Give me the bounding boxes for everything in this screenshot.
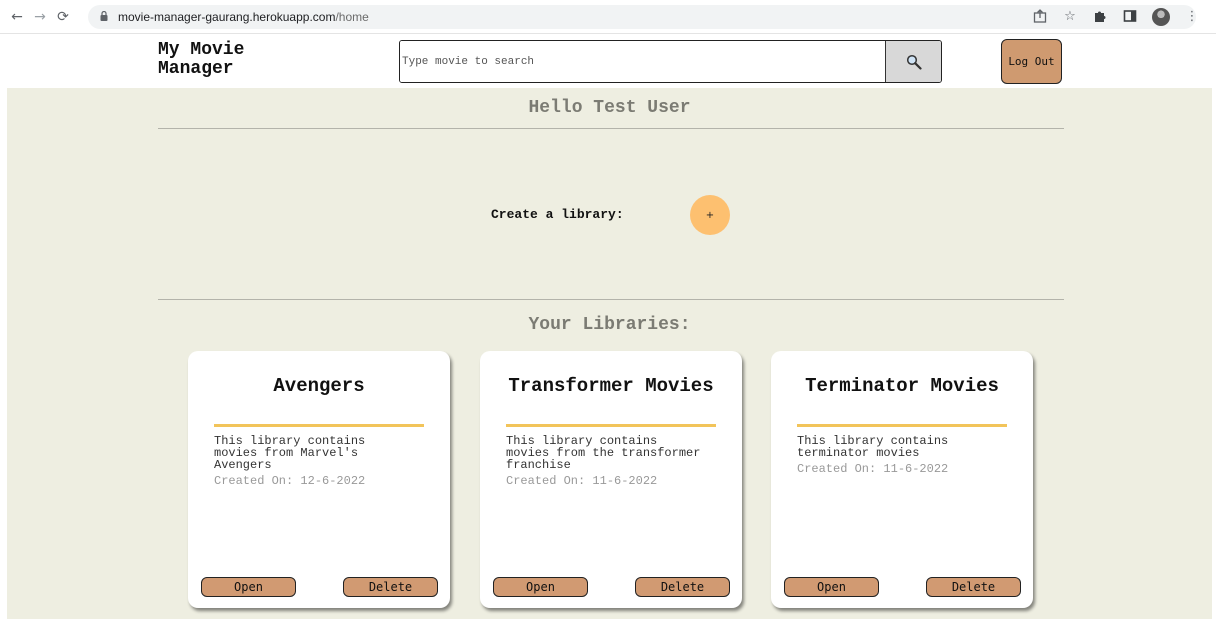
divider	[158, 299, 1064, 300]
divider	[158, 128, 1064, 129]
library-card: Avengers This library contains movies fr…	[188, 351, 450, 608]
address-bar[interactable]: movie-manager-gaurang.herokuapp.com/home	[88, 5, 1196, 29]
create-library-label: Create a library:	[491, 207, 624, 222]
library-card: Terminator Movies This library contains …	[771, 351, 1033, 608]
search-bar	[399, 40, 942, 83]
library-title: Avengers	[273, 375, 365, 397]
library-description: This library contains movies from Marvel…	[214, 435, 414, 487]
search-button[interactable]	[885, 41, 941, 82]
bookmark-star-icon[interactable]: ☆	[1062, 9, 1078, 25]
browser-toolbar: ← → ⟳ movie-manager-gaurang.herokuapp.co…	[0, 0, 1216, 34]
open-library-button[interactable]: Open	[784, 577, 879, 597]
library-created-date: Created On: 11-6-2022	[797, 462, 949, 476]
library-description-text: This library contains movies from the tr…	[506, 434, 701, 472]
library-description: This library contains terminator movies …	[797, 435, 997, 475]
library-title: Transformer Movies	[508, 375, 714, 397]
delete-library-button[interactable]: Delete	[926, 577, 1021, 597]
forward-icon[interactable]: →	[31, 8, 49, 26]
lock-icon[interactable]	[100, 11, 108, 21]
brand-title: My Movie Manager	[158, 40, 245, 79]
open-library-button[interactable]: Open	[493, 577, 588, 597]
card-divider	[506, 424, 716, 427]
add-library-button[interactable]: +	[690, 195, 730, 235]
greeting-heading: Hello Test User	[528, 98, 691, 118]
menu-kebab-icon[interactable]: ⋮	[1184, 9, 1200, 25]
delete-library-button[interactable]: Delete	[635, 577, 730, 597]
extensions-puzzle-icon[interactable]	[1092, 9, 1108, 25]
url-text: movie-manager-gaurang.herokuapp.com/home	[118, 10, 369, 24]
side-panel-icon[interactable]	[1122, 9, 1138, 25]
card-divider	[214, 424, 424, 427]
library-description: This library contains movies from the tr…	[506, 435, 706, 487]
reload-icon[interactable]: ⟳	[54, 8, 72, 26]
card-divider	[797, 424, 1007, 427]
open-library-button[interactable]: Open	[201, 577, 296, 597]
library-created-date: Created On: 11-6-2022	[506, 474, 658, 488]
libraries-heading: Your Libraries:	[528, 315, 691, 335]
search-icon	[906, 54, 922, 70]
library-created-date: Created On: 12-6-2022	[214, 474, 366, 488]
logout-button[interactable]: Log Out	[1001, 39, 1062, 84]
delete-library-button[interactable]: Delete	[343, 577, 438, 597]
back-icon[interactable]: ←	[8, 8, 26, 26]
share-icon[interactable]	[1032, 9, 1048, 25]
app-header: My Movie Manager Log Out	[0, 34, 1216, 88]
library-description-text: This library contains terminator movies	[797, 434, 949, 460]
search-input[interactable]	[400, 41, 885, 82]
library-description-text: This library contains movies from Marvel…	[214, 434, 366, 472]
library-title: Terminator Movies	[805, 375, 999, 397]
library-card: Transformer Movies This library contains…	[480, 351, 742, 608]
main-content: Hello Test User Create a library: + Your…	[7, 88, 1212, 619]
profile-avatar[interactable]	[1152, 8, 1170, 26]
